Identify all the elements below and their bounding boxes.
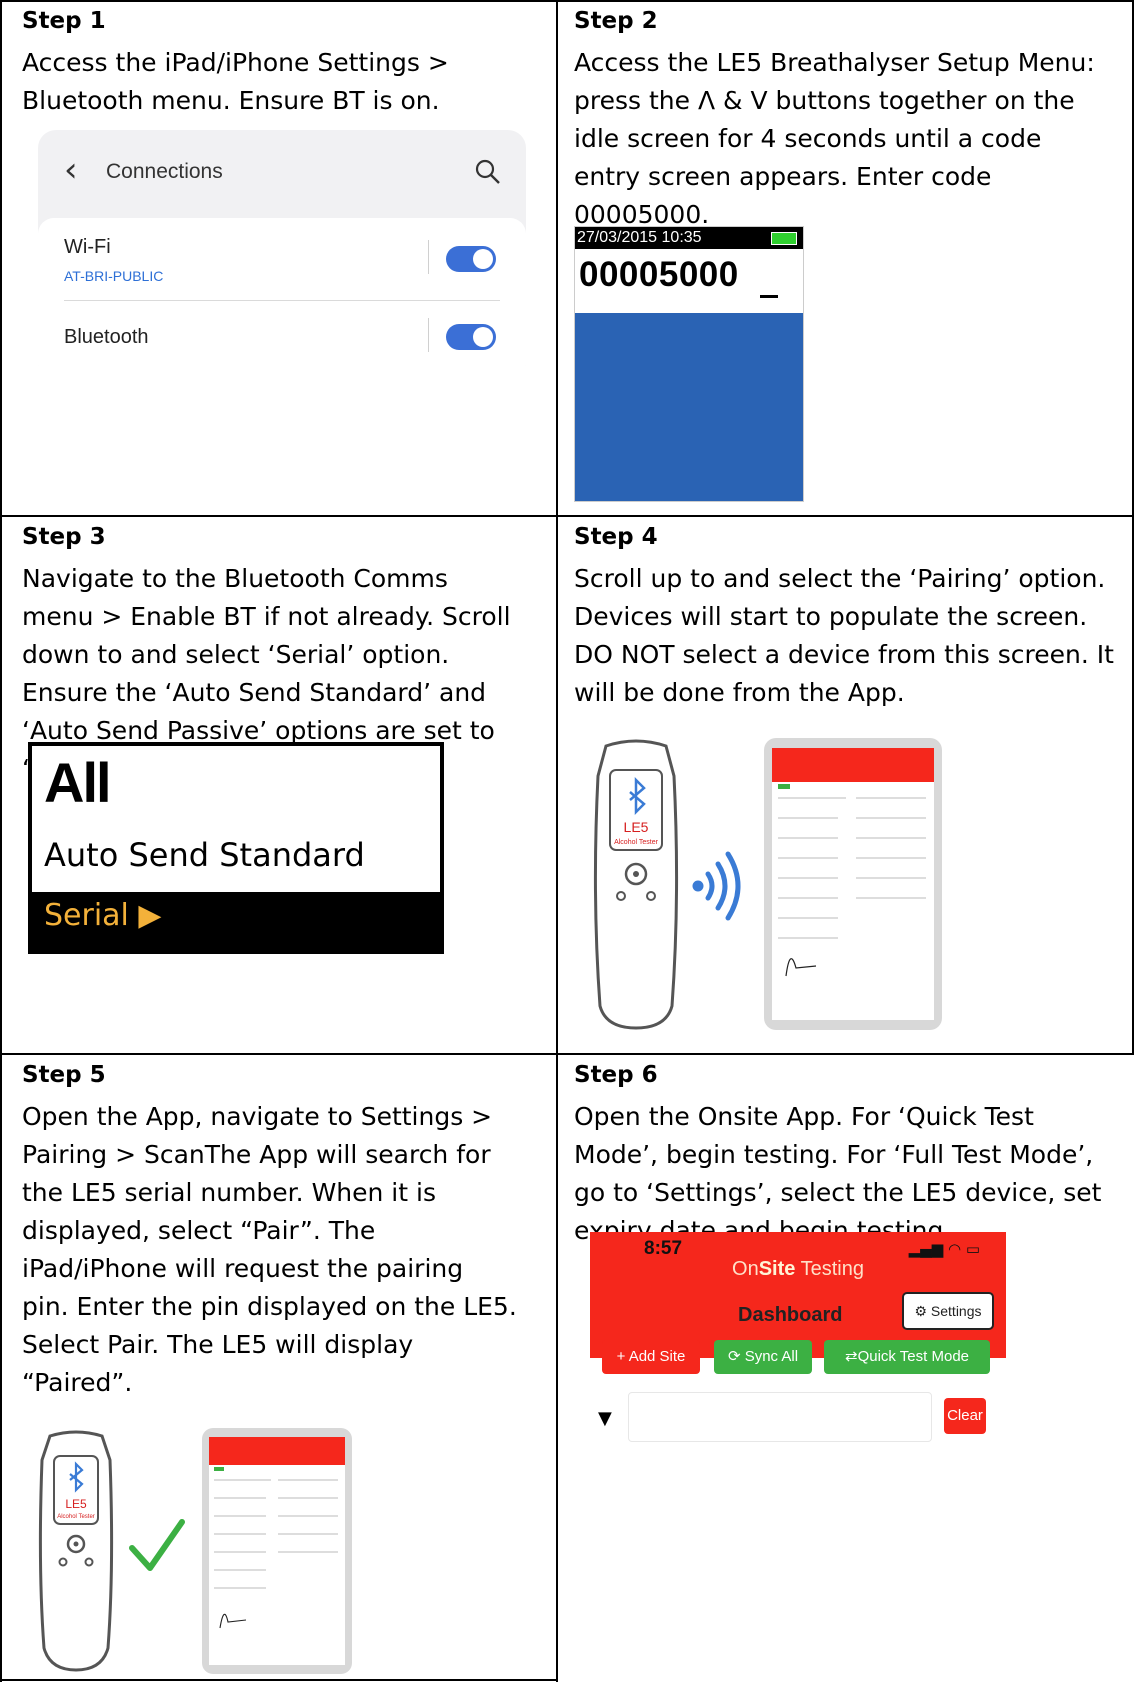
sync-icon: ⟳ <box>727 1348 741 1365</box>
device-label: LE5 <box>624 819 649 835</box>
device-sublabel: Alcohol Tester <box>57 1514 95 1520</box>
instruction-table: Step 1 Access the iPad/iPhone Settings >… <box>0 0 1134 1682</box>
tablet-icon <box>764 738 942 1030</box>
brand-testing: Testing <box>800 1258 864 1280</box>
connections-title: Connections <box>106 160 223 183</box>
serial-menu-item: Serial ▶ <box>44 898 162 933</box>
step-instructions: Access the LE5 Breathalyser Setup Menu: … <box>574 48 1095 229</box>
step-title: Step 1 <box>22 8 106 34</box>
paired-illustration: LE5 Alcohol Tester <box>38 1428 352 1674</box>
lcd-selected-area: All Auto Send Standard <box>32 746 440 892</box>
connections-screenshot: ‹ Connections Wi-Fi AT-BRI-PUBLIC Blueto… <box>38 130 526 380</box>
connections-list: Wi-Fi AT-BRI-PUBLIC Bluetooth <box>38 218 526 380</box>
step-3-cell: Step 3 Navigate to the Bluetooth Comms m… <box>0 516 557 1054</box>
step-5-cell: Step 5 Open the App, navigate to Setting… <box>0 1054 557 1682</box>
breathalyser-menu-screen: All Auto Send Standard Serial ▶ <box>28 742 444 954</box>
add-site-button[interactable]: + Add Site <box>602 1340 700 1374</box>
filter-input[interactable] <box>628 1392 932 1442</box>
checkmark-icon <box>129 1519 185 1571</box>
quick-test-mode-button[interactable]: ⇄Quick Test Mode <box>824 1340 990 1374</box>
breathalyser-tablet-illustration: LE5 Alcohol Tester <box>593 738 942 1030</box>
bluetooth-label: Bluetooth <box>64 326 149 348</box>
divider <box>64 300 500 301</box>
quick-test-mode-label: Quick Test Mode <box>857 1348 970 1365</box>
app-brand: OnSite Testing <box>590 1258 1006 1281</box>
breathalyser-device-icon: LE5 Alcohol Tester <box>593 739 679 1030</box>
device-label: LE5 <box>65 1497 87 1511</box>
setting-label: Auto Send Standard <box>44 836 365 874</box>
gear-icon: ⚙ <box>914 1303 928 1319</box>
filter-icon[interactable]: ▼ <box>598 1408 612 1429</box>
step-title: Step 5 <box>22 1062 106 1088</box>
bluetooth-toggle[interactable] <box>446 324 496 350</box>
breathalyser-code-screen: 27/03/2015 10:35 00005000 <box>574 226 804 502</box>
chevron-left-icon: ‹ <box>64 150 78 190</box>
divider <box>428 240 429 274</box>
signal-wifi-battery-icon: ▂▄▆ ◠ ▭ <box>908 1240 980 1258</box>
step-2-cell: Step 2 Access the LE5 Breathalyser Setup… <box>558 0 1134 516</box>
wireless-signal-icon <box>692 851 741 921</box>
breathalyser-device-icon: LE5 Alcohol Tester <box>38 1430 114 1672</box>
cursor-underline <box>760 295 778 298</box>
step-instructions: Access the iPad/iPhone Settings > Blueto… <box>22 48 449 115</box>
device-sublabel: Alcohol Tester <box>614 839 659 846</box>
step-instructions: Open the App, navigate to Settings > Pai… <box>22 1102 517 1397</box>
step-title: Step 2 <box>574 8 658 34</box>
step-title: Step 4 <box>574 524 658 550</box>
device-screen-body <box>575 313 803 501</box>
wifi-label: Wi-Fi <box>64 236 111 258</box>
settings-button[interactable]: ⚙ Settings <box>902 1292 994 1330</box>
page-title: Dashboard <box>738 1304 843 1326</box>
search-icon <box>475 159 500 184</box>
sync-all-label: Sync All <box>744 1348 799 1365</box>
step-instructions: Scroll up to and select the ‘Pairing’ op… <box>574 564 1114 707</box>
onsite-app-screenshot: 8:57 ▂▄▆ ◠ ▭ OnSite Testing Dashboard ⚙ … <box>590 1232 1006 1468</box>
action-bar: + Add Site ⟳ Sync All ⇄Quick Test Mode <box>590 1340 1006 1384</box>
clear-button[interactable]: Clear <box>944 1398 986 1434</box>
swap-arrows-icon: ⇄ <box>844 1348 858 1365</box>
divider <box>428 318 429 352</box>
wifi-toggle[interactable] <box>446 246 496 272</box>
step-1-cell: Step 1 Access the iPad/iPhone Settings >… <box>0 0 557 516</box>
status-time: 8:57 <box>644 1238 683 1259</box>
wifi-network-name: AT-BRI-PUBLIC <box>64 268 164 284</box>
device-datetime: 27/03/2015 10:35 <box>577 229 702 246</box>
setting-value: All <box>44 751 112 814</box>
step-title: Step 6 <box>574 1062 658 1088</box>
tablet-icon <box>202 1428 352 1674</box>
step-4-cell: Step 4 Scroll up to and select the ‘Pair… <box>558 516 1134 1054</box>
step-instructions: Open the Onsite App. For ‘Quick Test Mod… <box>574 1102 1102 1245</box>
brand-on: On <box>732 1258 759 1280</box>
settings-label: Settings <box>930 1303 982 1319</box>
step-6-cell: Step 6 Open the Onsite App. For ‘Quick T… <box>558 1054 1134 1682</box>
code-entry-value: 00005000 <box>579 255 739 294</box>
step-title: Step 3 <box>22 524 106 550</box>
device-status-bar: 27/03/2015 10:35 <box>575 227 803 249</box>
connections-header: ‹ Connections <box>38 130 526 220</box>
sync-all-button[interactable]: ⟳ Sync All <box>714 1340 812 1374</box>
battery-icon <box>771 232 797 245</box>
brand-site: Site <box>758 1258 796 1280</box>
